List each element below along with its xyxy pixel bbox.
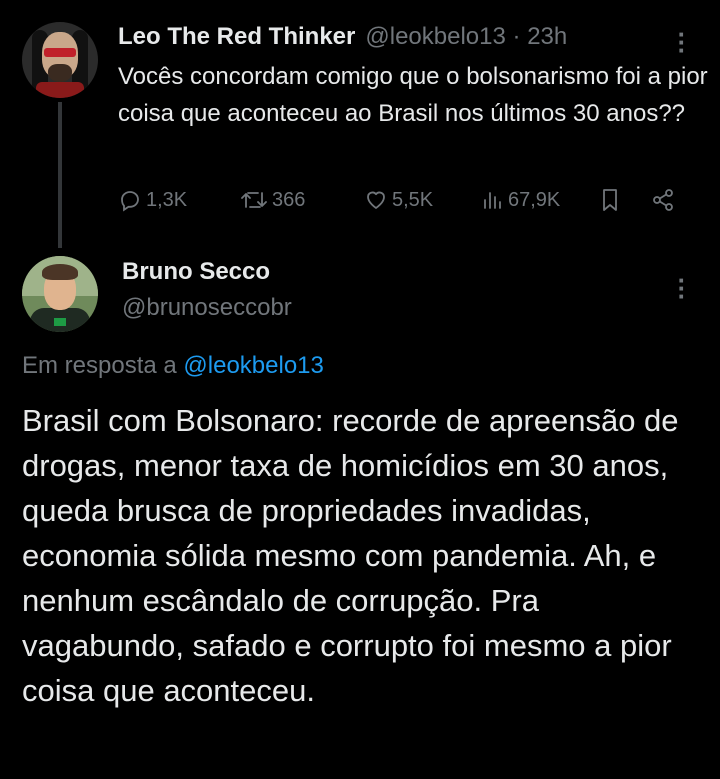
action-bar: 1,3K 366 5,5K 67,9K: [118, 184, 690, 216]
retweet-button[interactable]: 366: [240, 188, 364, 212]
parent-tweet-text: Vocês concordam comigo que o bolsonarism…: [118, 63, 708, 127]
views-icon: [480, 188, 504, 212]
parent-handle[interactable]: @leokbelo13: [365, 23, 505, 50]
parent-display-name[interactable]: Leo The Red Thinker: [118, 23, 355, 51]
avatar-leo[interactable]: [22, 22, 98, 98]
reply-count: 1,3K: [146, 188, 188, 211]
reply-tweet-text: Brasil com Bolsonaro: recorde de apreens…: [22, 403, 679, 708]
views-button[interactable]: 67,9K: [480, 188, 598, 212]
more-vertical-icon[interactable]: · · ·: [672, 267, 692, 309]
heart-icon: [364, 188, 388, 212]
retweet-count: 366: [272, 188, 306, 211]
reply-display-name[interactable]: Bruno Secco: [122, 258, 270, 286]
avatar-bruno[interactable]: [22, 256, 98, 332]
bookmark-button[interactable]: [598, 187, 650, 213]
tweet-thread: Leo The Red Thinker @leokbelo13 · 23h · ·…: [0, 0, 720, 779]
brazil-flag-icon: [54, 318, 66, 326]
views-count: 67,9K: [508, 188, 561, 211]
like-count: 5,5K: [392, 188, 434, 211]
separator-dot: ·: [512, 23, 521, 50]
parent-handle-time: @leokbelo13 · 23h: [365, 23, 567, 51]
reply-handle[interactable]: @brunoseccobr: [122, 294, 292, 322]
retweet-icon: [240, 188, 268, 212]
parent-author-row: Leo The Red Thinker @leokbelo13 · 23h: [118, 20, 567, 54]
replying-to-mention[interactable]: @leokbelo13: [183, 352, 323, 379]
parent-tweet[interactable]: Leo The Red Thinker @leokbelo13 · 23h · ·…: [0, 0, 720, 250]
share-button[interactable]: [650, 187, 676, 213]
reply-button[interactable]: 1,3K: [118, 188, 240, 212]
reply-icon: [118, 188, 142, 212]
like-button[interactable]: 5,5K: [364, 188, 480, 212]
bookmark-icon: [598, 187, 622, 213]
more-vertical-icon[interactable]: · · ·: [672, 21, 692, 63]
share-icon: [650, 187, 676, 213]
replying-to-prefix: Em resposta a: [22, 352, 177, 379]
replying-to-line: Em resposta a @leokbelo13: [22, 352, 324, 380]
parent-time[interactable]: 23h: [527, 23, 567, 50]
